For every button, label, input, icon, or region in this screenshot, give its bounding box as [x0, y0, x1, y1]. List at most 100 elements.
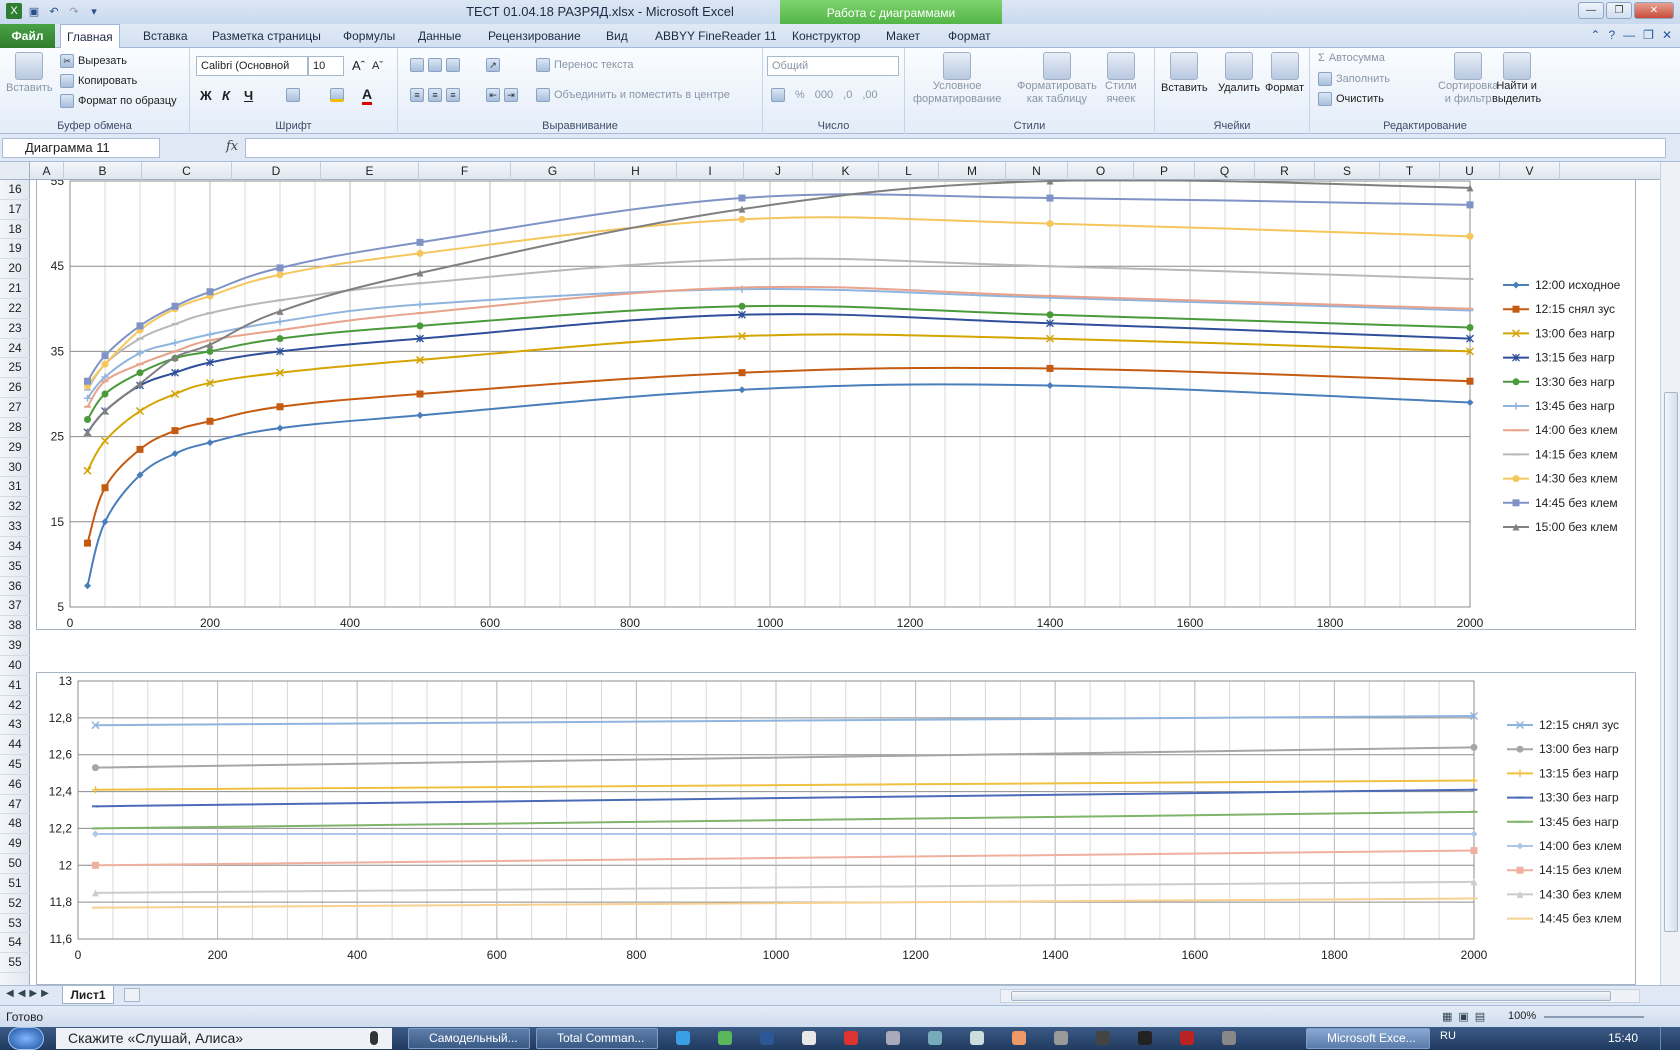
column-header[interactable]: M [939, 162, 1006, 180]
task-total-commander[interactable]: Total Comman... [536, 1028, 658, 1049]
tab-format[interactable]: Формат [942, 24, 997, 48]
autosum-button[interactable]: Σ Автосумма [1318, 52, 1385, 64]
tab-review[interactable]: Рецензирование [482, 24, 587, 48]
insert-function-icon[interactable]: fx [226, 139, 238, 154]
conditional-formatting-button[interactable]: Условное форматирование [913, 52, 1001, 106]
row-header[interactable]: 42 [0, 696, 30, 716]
row-header[interactable]: 16 [0, 180, 30, 200]
find-select-button[interactable]: Найти и выделить [1492, 52, 1541, 106]
insert-cells-button[interactable]: Вставить [1161, 52, 1208, 94]
row-header[interactable]: 19 [0, 239, 30, 260]
column-header[interactable]: T [1380, 162, 1440, 180]
close-icon[interactable]: ✕ [1634, 2, 1674, 19]
tab-design[interactable]: Конструктор [786, 24, 866, 48]
sort-filter-button[interactable]: Сортировка и фильтр [1438, 52, 1498, 106]
app-icon[interactable] [844, 1031, 858, 1045]
vertical-scroll-thumb[interactable] [1664, 392, 1678, 932]
row-header[interactable]: 17 [0, 200, 30, 220]
doc-restore-icon[interactable]: ❐ [1643, 28, 1654, 42]
row-header[interactable]: 50 [0, 854, 30, 874]
select-all-corner[interactable] [0, 162, 30, 180]
row-header[interactable]: 23 [0, 319, 30, 339]
row-header[interactable]: 39 [0, 636, 30, 656]
microphone-icon[interactable] [370, 1031, 378, 1045]
row-header[interactable]: 41 [0, 676, 30, 696]
fill-color-icon[interactable] [330, 88, 344, 102]
row-header[interactable]: 45 [0, 755, 30, 775]
sheet-tab-list1[interactable]: Лист1 [62, 986, 114, 1004]
app-icon[interactable] [886, 1031, 900, 1045]
column-header[interactable]: V [1500, 162, 1560, 180]
column-header[interactable]: J [744, 162, 813, 180]
column-header[interactable]: C [142, 162, 232, 180]
row-header[interactable]: 33 [0, 517, 30, 537]
font-color-icon[interactable]: A [362, 86, 373, 105]
chart-voltage[interactable]: 11,6 11,8 12 12,2 12,4 12,6 12,8 13 0 200 400 600 80… [36, 672, 1636, 985]
column-header[interactable]: L [879, 162, 939, 180]
row-header[interactable]: 18 [0, 220, 30, 240]
wrap-text-button[interactable]: Перенос текста [536, 58, 634, 72]
row-header[interactable]: 52 [0, 894, 30, 914]
row-header[interactable]: 32 [0, 497, 30, 518]
app-icon[interactable] [1180, 1031, 1194, 1045]
row-header[interactable]: 28 [0, 418, 30, 438]
row-header[interactable]: 30 [0, 458, 30, 478]
tab-formulas[interactable]: Формулы [337, 24, 401, 48]
column-header[interactable]: B [64, 162, 142, 180]
font-name-select[interactable]: Calibri (Основной [196, 56, 308, 76]
copy-button[interactable]: Копировать [60, 74, 137, 88]
zoom-level[interactable]: 100% [1508, 1010, 1536, 1022]
number-format-buttons[interactable]: % 000 ,0 ,00 [771, 88, 878, 102]
fill-button[interactable]: Заполнить [1318, 72, 1390, 86]
start-button-icon[interactable] [8, 1027, 44, 1050]
sheet-nav-arrows-icon[interactable]: ◀◀▶▶ [6, 988, 53, 999]
row-header[interactable]: 36 [0, 577, 30, 597]
orientation-icon[interactable]: ↗ [486, 58, 500, 72]
column-header[interactable]: R [1255, 162, 1315, 180]
delete-cells-button[interactable]: Удалить [1218, 52, 1260, 94]
column-header[interactable]: E [321, 162, 419, 180]
row-header[interactable]: 51 [0, 874, 30, 894]
row-header[interactable]: 24 [0, 339, 30, 359]
tab-view[interactable]: Вид [600, 24, 634, 48]
format-painter-button[interactable]: Формат по образцу [60, 94, 177, 108]
view-buttons-icon[interactable]: ▦▣▤ [1442, 1010, 1491, 1023]
column-header[interactable]: D [232, 162, 321, 180]
row-header[interactable]: 44 [0, 735, 30, 755]
column-header[interactable]: G [511, 162, 595, 180]
tab-insert[interactable]: Вставка [137, 24, 194, 48]
app-icon[interactable] [1138, 1031, 1152, 1045]
row-header[interactable]: 55 [0, 953, 30, 974]
row-header[interactable]: 38 [0, 616, 30, 637]
grow-font-icon[interactable]: Aˆ [352, 58, 365, 73]
row-header[interactable]: 54 [0, 933, 30, 954]
column-header[interactable]: U [1440, 162, 1500, 180]
zoom-slider[interactable] [1544, 1016, 1644, 1018]
indent-icon[interactable]: ⇤ ⇥ [486, 88, 518, 102]
row-header[interactable]: 48 [0, 814, 30, 835]
column-header[interactable]: F [419, 162, 511, 180]
column-header[interactable]: I [677, 162, 744, 180]
tab-page-layout[interactable]: Разметка страницы [206, 24, 327, 48]
tab-data[interactable]: Данные [412, 24, 467, 48]
row-header[interactable]: 43 [0, 715, 30, 736]
task-yandex-browser[interactable]: Самодельный... [408, 1028, 530, 1049]
clear-button[interactable]: Очистить [1318, 92, 1384, 106]
row-header[interactable]: 47 [0, 795, 30, 815]
row-header[interactable]: 53 [0, 914, 30, 934]
app-icon[interactable] [1222, 1031, 1236, 1045]
help-icon[interactable]: ? [1608, 28, 1615, 42]
shrink-font-icon[interactable]: Aˇ [372, 60, 383, 72]
row-header[interactable]: 34 [0, 537, 30, 557]
row-header[interactable]: 20 [0, 259, 30, 280]
row-header[interactable]: 35 [0, 557, 30, 577]
column-header[interactable]: O [1068, 162, 1134, 180]
name-box[interactable]: Диаграмма 11 [2, 138, 160, 158]
format-as-table-button[interactable]: Форматировать как таблицу [1017, 52, 1097, 106]
column-header[interactable]: A [30, 162, 64, 180]
doc-close-icon[interactable]: ✕ [1662, 28, 1672, 42]
formula-input[interactable] [245, 138, 1666, 158]
merge-center-button[interactable]: Объединить и поместить в центре [536, 88, 730, 102]
show-desktop-button[interactable] [1660, 1027, 1680, 1050]
row-header[interactable]: 40 [0, 656, 30, 676]
